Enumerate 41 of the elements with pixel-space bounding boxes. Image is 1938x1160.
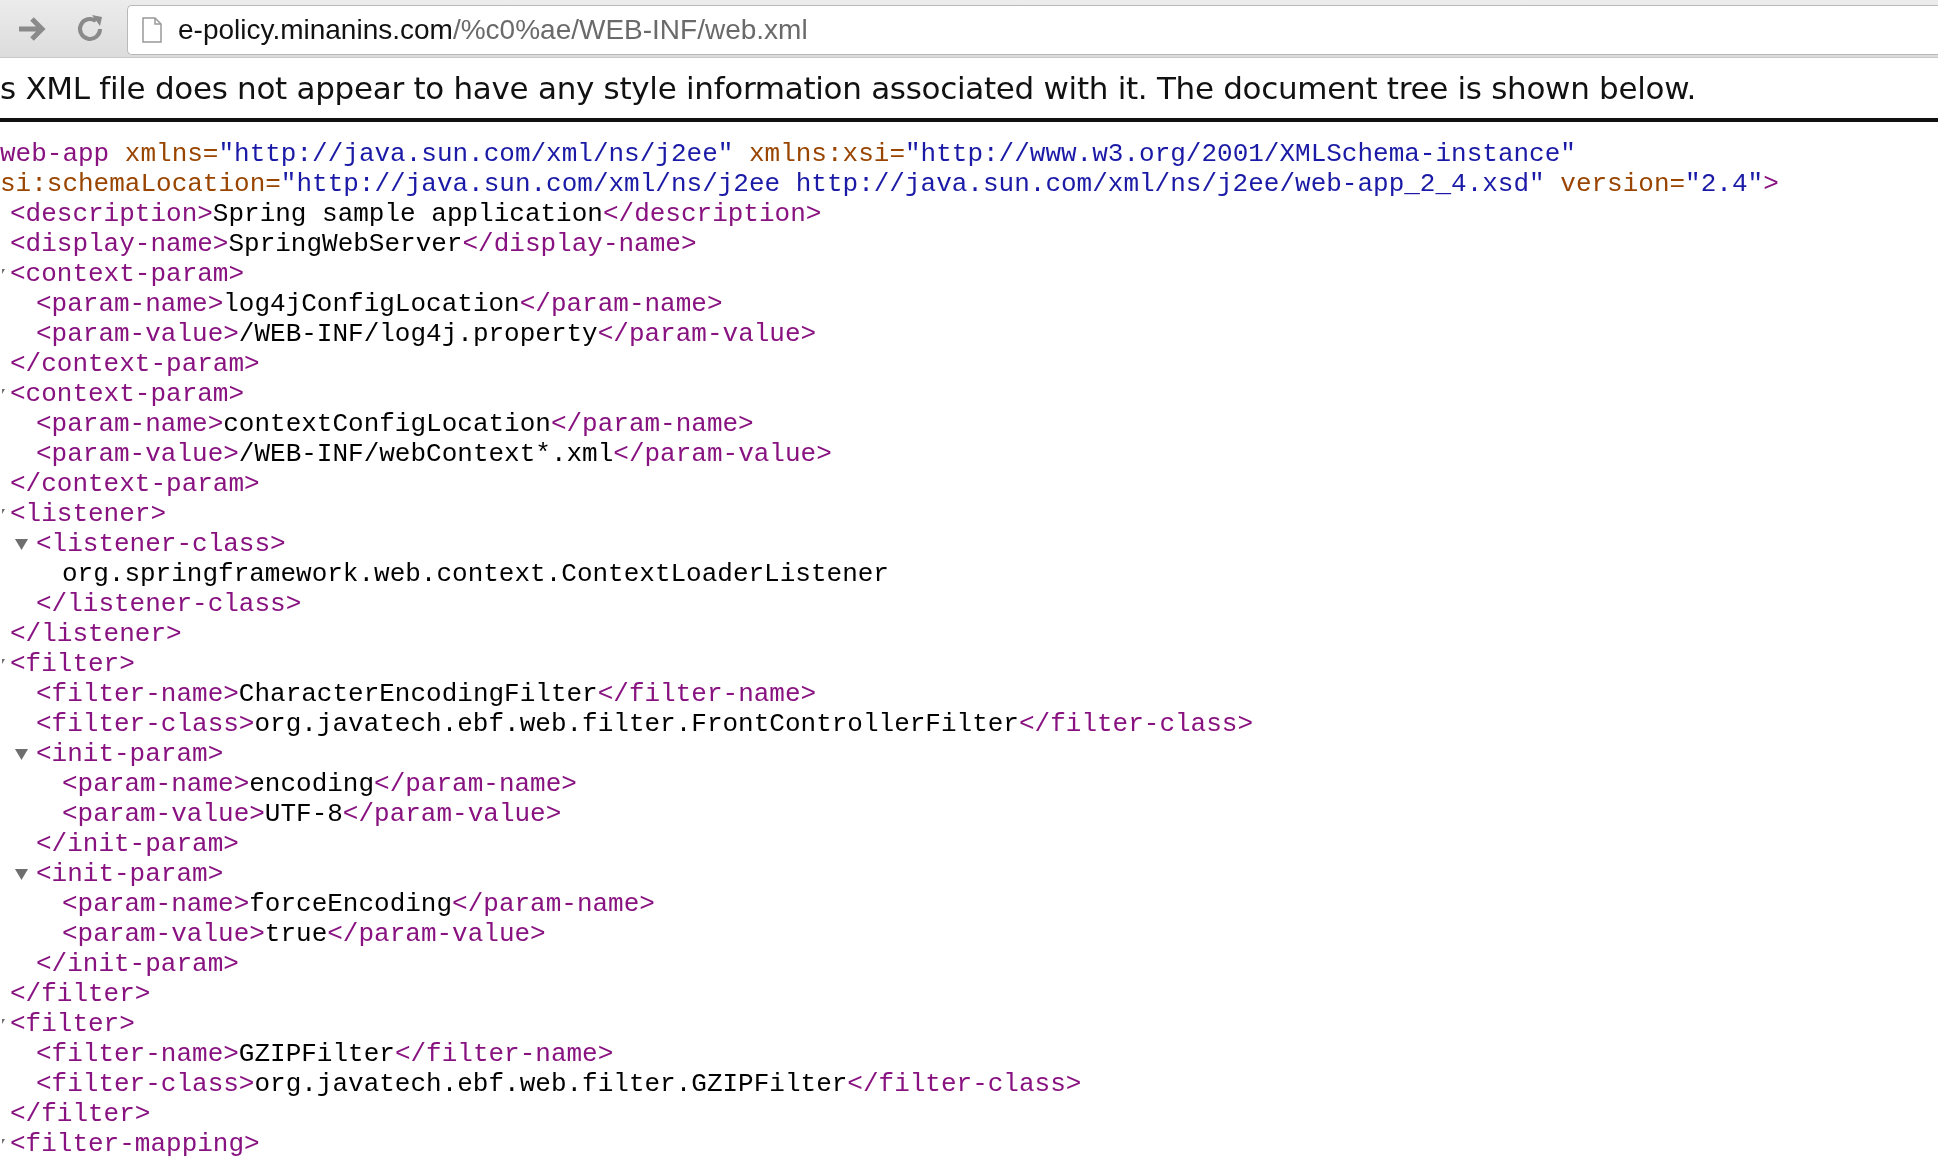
xml-line: <init-param> — [36, 739, 224, 769]
xml-line: <display-name>SpringWebServer</display-name> — [10, 229, 697, 259]
page-icon — [142, 16, 162, 43]
xml-line: web-app xmlns="http://java.sun.com/xml/ns/j2ee" xmlns:xsi="http://www.w3.org/2001/XMLSchema-instance" — [0, 139, 1576, 169]
xml-line: <filter-class>org.javatech.ebf.web.filter.GZIPFilter</filter-class> — [36, 1069, 1082, 1099]
collapse-triangle-icon[interactable] — [15, 538, 28, 550]
xml-line: <listener-class> — [36, 529, 286, 559]
xml-line: <param-name>log4jConfigLocation</param-name> — [36, 289, 723, 319]
xml-line: <filter> — [10, 649, 135, 679]
xml-line: <filter-name>CharacterEncodingFilter</filter-name> — [36, 679, 817, 709]
xml-line: <description>Spring sample application</description> — [10, 199, 822, 229]
xml-line: <param-value>/WEB-INF/webContext*.xml</param-value> — [36, 439, 832, 469]
xml-line: <filter-class>org.javatech.ebf.web.filter.FrontControllerFilter</filter-class> — [36, 709, 1253, 739]
xml-line: <param-value>/WEB-INF/log4j.property</param-value> — [36, 319, 817, 349]
xml-line: </listener> — [10, 619, 182, 649]
xml-line: si:schemaLocation="http://java.sun.com/xml/ns/j2ee http://java.sun.com/xml/ns/j2ee/web-app_2_4.xsd" version="2.4"> — [0, 169, 1779, 199]
xml-line: </context-param> — [10, 349, 260, 379]
xml-line: <filter-mapping> — [10, 1129, 260, 1159]
xml-line: <param-name>forceEncoding</param-name> — [62, 889, 655, 919]
xml-line: <param-name>contextConfigLocation</param-name> — [36, 409, 754, 439]
xml-line: </filter> — [10, 1099, 151, 1129]
xml-line: <param-value>true</param-value> — [62, 919, 546, 949]
url-text: e-policy.minanins.com/%c0%ae/WEB-INF/web.xml — [178, 13, 808, 46]
xml-line: <filter-name>GZIPFilter</filter-name> — [36, 1039, 614, 1069]
xml-line: <filter> — [10, 1009, 135, 1039]
xml-line: <context-param> — [10, 259, 245, 289]
xml-line: <context-param> — [10, 379, 245, 409]
xml-line: </listener-class> — [36, 589, 302, 619]
xml-line: <param-value>UTF-8</param-value> — [62, 799, 562, 829]
xml-line: org.springframework.web.context.ContextLoaderListener — [62, 559, 889, 589]
xml-line: </init-param> — [36, 949, 239, 979]
xml-line: </init-param> — [36, 829, 239, 859]
collapse-triangle-icon[interactable] — [15, 748, 28, 760]
xml-notice-text: s XML file does not appear to have any style information associated with it. The document tree is shown below. — [0, 70, 1696, 106]
address-bar[interactable]: e-policy.minanins.com/%c0%ae/WEB-INF/web.xml — [127, 4, 1938, 55]
collapse-triangle-icon[interactable] — [15, 868, 28, 880]
xml-line: </context-param> — [10, 469, 260, 499]
xml-line: <init-param> — [36, 859, 224, 889]
xml-line: </filter> — [10, 979, 151, 1009]
xml-line: <listener> — [10, 499, 167, 529]
xml-line: <param-name>encoding</param-name> — [62, 769, 577, 799]
